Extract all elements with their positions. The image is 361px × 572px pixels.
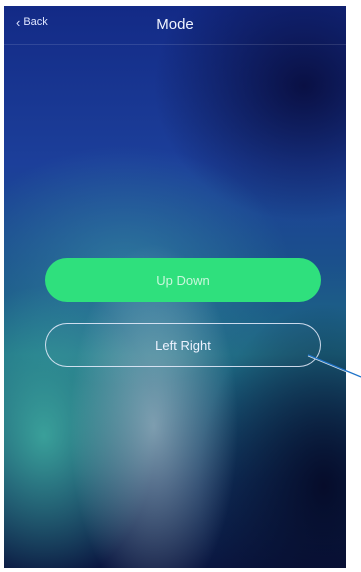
left-right-button[interactable]: Left Right bbox=[45, 323, 321, 367]
left-right-label: Left Right bbox=[155, 337, 211, 353]
up-down-label: Up Down bbox=[156, 272, 210, 288]
mode-screen: ‹ Back Mode Up Down Left Right bbox=[4, 6, 346, 568]
page-title: Mode bbox=[156, 16, 194, 33]
header-bar: ‹ Back Mode bbox=[4, 6, 346, 45]
app-frame: ‹ Back Mode Up Down Left Right bbox=[0, 0, 361, 572]
up-down-button[interactable]: Up Down bbox=[45, 258, 321, 302]
